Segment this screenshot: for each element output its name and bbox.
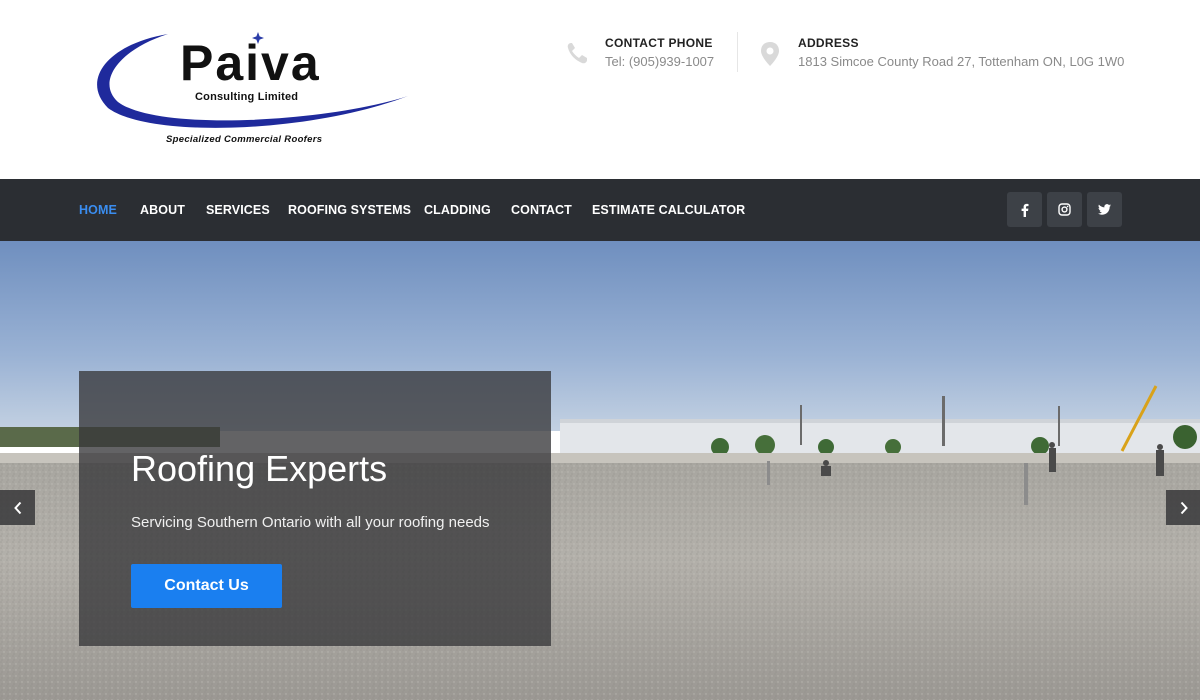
hero-title: Roofing Experts xyxy=(131,448,388,489)
hero-slider: Roofing Experts Servicing Southern Ontar… xyxy=(0,241,1200,700)
logo-brand-text: Paiva xyxy=(180,35,321,91)
nav-item-estimate-calculator[interactable]: ESTIMATE CALCULATOR xyxy=(592,203,745,217)
facebook-icon xyxy=(1021,203,1028,217)
instagram-icon xyxy=(1058,203,1071,216)
address-label: ADDRESS xyxy=(798,36,859,50)
site-logo[interactable]: Paiva Consulting Limited Specialized Com… xyxy=(88,30,413,150)
contact-phone-block: CONTACT PHONE Tel: (905)939-1007 xyxy=(566,36,731,76)
site-header: Paiva Consulting Limited Specialized Com… xyxy=(0,0,1200,179)
address-block: ADDRESS 1813 Simcoe County Road 27, Tott… xyxy=(759,36,1139,76)
nav-item-roofing-systems[interactable]: ROOFING SYSTEMS xyxy=(288,203,411,217)
nav-item-home[interactable]: HOME xyxy=(79,203,117,217)
contact-phone-label: CONTACT PHONE xyxy=(605,36,713,50)
chevron-right-icon xyxy=(1180,501,1188,514)
map-pin-icon xyxy=(759,41,781,66)
nav-item-about[interactable]: ABOUT xyxy=(140,203,185,217)
address-value: 1813 Simcoe County Road 27, Tottenham ON… xyxy=(798,54,1125,69)
phone-icon xyxy=(566,41,588,65)
slider-next-button[interactable] xyxy=(1166,490,1200,525)
contact-us-button[interactable]: Contact Us xyxy=(131,564,282,608)
chevron-left-icon xyxy=(13,501,21,514)
logo-tagline: Specialized Commercial Roofers xyxy=(166,134,323,145)
facebook-button[interactable] xyxy=(1007,192,1042,227)
twitter-icon xyxy=(1098,204,1111,215)
nav-item-cladding[interactable]: CLADDING xyxy=(424,203,491,217)
nav-item-contact[interactable]: CONTACT xyxy=(511,203,572,217)
main-nav: HOME ABOUT SERVICES ROOFING SYSTEMS CLAD… xyxy=(0,179,1200,241)
hero-caption-panel: Roofing Experts Servicing Southern Ontar… xyxy=(79,371,551,646)
nav-item-services[interactable]: SERVICES xyxy=(206,203,270,217)
contact-phone-value[interactable]: Tel: (905)939-1007 xyxy=(605,54,714,69)
header-divider xyxy=(737,32,738,72)
slider-prev-button[interactable] xyxy=(0,490,35,525)
hero-subtitle: Servicing Southern Ontario with all your… xyxy=(131,514,490,531)
logo-subtitle: Consulting Limited xyxy=(195,91,299,103)
twitter-button[interactable] xyxy=(1087,192,1122,227)
instagram-button[interactable] xyxy=(1047,192,1082,227)
